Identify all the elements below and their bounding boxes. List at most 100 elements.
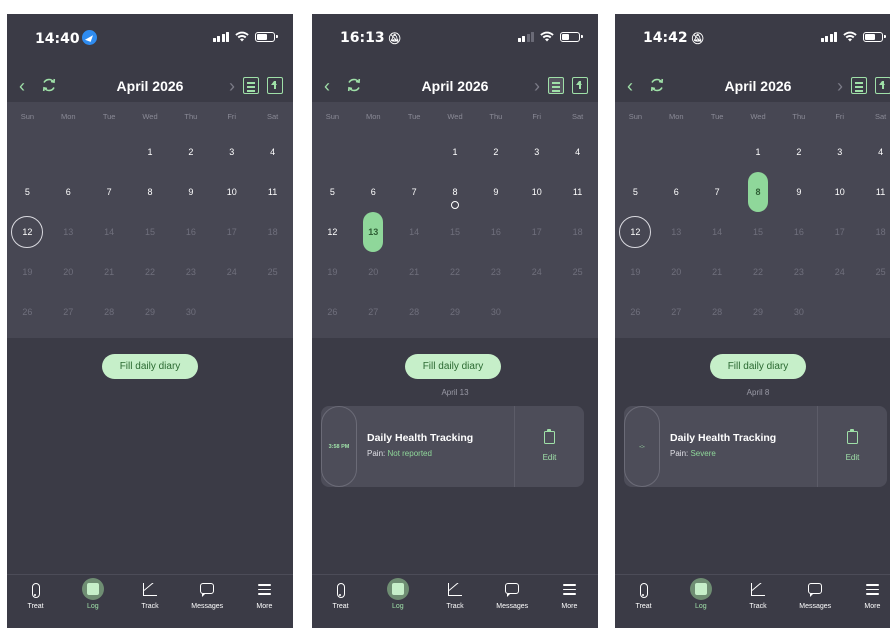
calendar-day-3[interactable]: 3: [211, 147, 252, 157]
day-number: 27: [368, 307, 379, 317]
tab-treat[interactable]: Treat: [312, 582, 369, 610]
weekday-label: Fri: [227, 112, 237, 121]
weekday-label: Sun: [20, 112, 35, 121]
calendar-day-9[interactable]: 9: [475, 187, 516, 197]
treat-icon: [336, 583, 345, 598]
day-number: 13: [671, 227, 682, 237]
calendar-day-5[interactable]: 5: [7, 187, 48, 197]
entry-title: Daily Health Tracking: [367, 432, 474, 444]
calendar-day-4[interactable]: 4: [860, 147, 890, 157]
calendar-day-7[interactable]: 7: [394, 187, 435, 197]
tab-track[interactable]: Track: [729, 582, 786, 610]
calendar-day-7[interactable]: 7: [89, 187, 130, 197]
export-button[interactable]: [875, 77, 890, 94]
tab-treat[interactable]: Treat: [615, 582, 672, 610]
tab-track[interactable]: Track: [426, 582, 483, 610]
weekday-label: Sat: [266, 112, 279, 121]
export-button[interactable]: [572, 77, 588, 94]
calendar-day-10[interactable]: 10: [211, 187, 252, 197]
track-icon: [447, 583, 462, 596]
calendar-header: ‹ April 2026 ›: [312, 74, 598, 100]
weekday-label: Fri: [835, 112, 845, 121]
calendar-day-9[interactable]: 9: [170, 187, 211, 197]
calendar-day-2[interactable]: 2: [778, 147, 819, 157]
day-number: 20: [63, 267, 74, 277]
fill-daily-diary-button[interactable]: Fill daily diary: [710, 354, 806, 379]
day-number: 18: [875, 227, 886, 237]
calendar-day-10[interactable]: 10: [819, 187, 860, 197]
day-number: 25: [572, 267, 583, 277]
calendar-day-10[interactable]: 10: [516, 187, 557, 197]
calendar-day-18: 18: [557, 227, 598, 237]
calendar-day-4[interactable]: 4: [557, 147, 598, 157]
calendar-day-11[interactable]: 11: [252, 187, 293, 197]
calendar-day-29: 29: [130, 307, 171, 317]
calendar-day-8[interactable]: 8: [130, 187, 171, 197]
pain-value: Severe: [690, 449, 716, 458]
tab-messages[interactable]: Messages: [179, 582, 236, 610]
calendar-day-11[interactable]: 11: [557, 187, 598, 197]
day-number: 14: [712, 227, 723, 237]
day-number: 11: [875, 187, 886, 197]
entry-pain: Pain: Severe: [670, 449, 716, 458]
calendar-day-6[interactable]: 6: [656, 187, 697, 197]
calendar-day-5[interactable]: 5: [615, 187, 656, 197]
calendar-day-9[interactable]: 9: [778, 187, 819, 197]
tab-more[interactable]: More: [236, 582, 293, 610]
location-icon: [81, 30, 97, 45]
day-number: 18: [572, 227, 583, 237]
weekday-label: Mon: [60, 112, 76, 121]
tab-treat[interactable]: Treat: [7, 582, 64, 610]
calendar-day-12[interactable]: 12: [312, 227, 353, 237]
calendar-day-4[interactable]: 4: [252, 147, 293, 157]
calendar-day-7[interactable]: 7: [697, 187, 738, 197]
calendar-day-3[interactable]: 3: [819, 147, 860, 157]
tab-more[interactable]: More: [844, 582, 890, 610]
calendar-day-11[interactable]: 11: [860, 187, 890, 197]
calendar-day-24: 24: [819, 267, 860, 277]
next-month-button[interactable]: ›: [229, 76, 235, 97]
entry-title: Daily Health Tracking: [670, 432, 777, 444]
calendar-day-1[interactable]: 1: [435, 147, 476, 157]
calendar-day-8[interactable]: 8: [435, 187, 476, 209]
calendar-day-12[interactable]: 12: [7, 216, 48, 248]
edit-entry-button[interactable]: Edit: [817, 406, 887, 487]
calendar-day-2[interactable]: 2: [170, 147, 211, 157]
tab-messages[interactable]: Messages: [787, 582, 844, 610]
list-view-button[interactable]: [243, 77, 259, 94]
calendar-day-1[interactable]: 1: [130, 147, 171, 157]
calendar-day-2[interactable]: 2: [475, 147, 516, 157]
edit-entry-button[interactable]: Edit: [514, 406, 584, 487]
calendar-day-12[interactable]: 12: [615, 216, 656, 248]
tab-log[interactable]: Log: [369, 578, 426, 610]
export-button[interactable]: [267, 77, 283, 94]
next-month-button[interactable]: ›: [837, 76, 843, 97]
status-time: 14:40: [35, 30, 97, 47]
day-number: 16: [793, 227, 804, 237]
diary-entry-card[interactable]: -:- Daily Health Tracking Pain: Severe E…: [624, 406, 887, 487]
list-view-button[interactable]: [548, 77, 564, 94]
day-number: 5: [24, 187, 30, 197]
calendar-day-6[interactable]: 6: [353, 187, 394, 197]
tab-track[interactable]: Track: [121, 582, 178, 610]
tab-log[interactable]: Log: [64, 578, 121, 610]
tab-label: Log: [391, 603, 404, 610]
calendar-day-8[interactable]: 8: [738, 172, 779, 212]
calendar-day-13: 13: [353, 212, 394, 252]
day-number: 1: [452, 147, 458, 157]
tab-messages[interactable]: Messages: [484, 582, 541, 610]
calendar-day-3[interactable]: 3: [516, 147, 557, 157]
tab-more[interactable]: More: [541, 582, 598, 610]
clipboard-icon: [544, 429, 555, 444]
tab-log[interactable]: Log: [672, 578, 729, 610]
fill-daily-diary-button[interactable]: Fill daily diary: [405, 354, 501, 379]
calendar-day-6[interactable]: 6: [48, 187, 89, 197]
calendar-day-5[interactable]: 5: [312, 187, 353, 197]
diary-entry-card[interactable]: 3:58 PM Daily Health Tracking Pain: Not …: [321, 406, 584, 487]
list-view-button[interactable]: [851, 77, 867, 94]
weekday-label: Sun: [628, 112, 643, 121]
next-month-button[interactable]: ›: [534, 76, 540, 97]
weekday-label: Wed: [750, 112, 766, 121]
fill-daily-diary-button[interactable]: Fill daily diary: [102, 354, 198, 379]
calendar-day-1[interactable]: 1: [738, 147, 779, 157]
